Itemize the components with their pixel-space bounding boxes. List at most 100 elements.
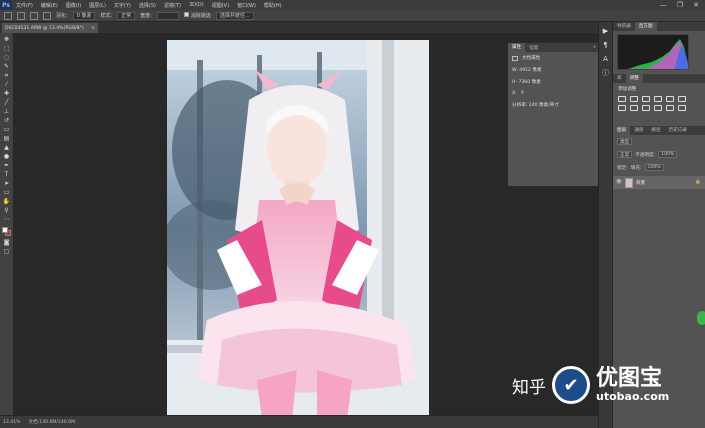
histogram-panel-tabs: 导航器 直方图 [613,22,705,31]
rectangle-tool-icon[interactable]: ▭ [2,189,11,196]
new-selection-icon[interactable] [17,11,25,20]
photo-filter-icon[interactable] [642,105,650,111]
type-tool-icon[interactable]: T [2,171,11,178]
lasso-tool-icon[interactable]: ◌ [2,54,11,61]
quick-mask-icon[interactable]: ◙ [2,239,11,246]
menu-layer[interactable]: 图层(L) [85,2,110,9]
document-tab-title: DSC04531.ARW @ 13.4%(RGB/8*) [5,25,84,31]
document-tab[interactable]: DSC04531.ARW @ 13.4%(RGB/8*) × [2,23,98,33]
history-brush-tool-icon[interactable]: ↺ [2,117,11,124]
layer-row-background[interactable]: 👁 背景 🔒 [613,176,705,189]
brand-name: 优图宝 [596,366,663,391]
brush-tool-icon[interactable]: ╱ [2,99,11,106]
position-row: X: Y: [508,88,599,99]
tab-info[interactable]: 信息 [525,45,542,51]
channel-mixer-icon[interactable] [654,105,662,111]
menu-image[interactable]: 图像(I) [62,2,85,9]
lock-row: 锁定: 填充: 100% [613,161,705,174]
invert-icon[interactable] [678,105,686,111]
layers-panel-tabs: 图层 通道 路径 历史记录 [613,126,705,135]
blur-tool-icon[interactable]: ▲ [2,144,11,151]
zoom-level[interactable]: 13.41% [3,420,21,425]
tab-navigator[interactable]: 导航器 [613,22,635,31]
menu-help[interactable]: 帮助(H) [260,2,286,9]
tab-histogram[interactable]: 直方图 [634,22,657,31]
menu-file[interactable]: 文件(F) [12,2,37,9]
brightness-icon[interactable] [618,96,626,102]
gradient-tool-icon[interactable]: ▤ [2,135,11,142]
curves-icon[interactable] [642,96,650,102]
vibrance-icon[interactable] [666,96,674,102]
tab-paths[interactable]: 路径 [647,126,664,135]
blend-mode-select[interactable]: 正常 [617,151,633,158]
more-tools-icon[interactable]: ⋯ [2,216,11,223]
subtract-selection-icon[interactable] [43,11,51,20]
resolution-value: 分辨率: 240 像素/英寸 [512,103,559,108]
document-image[interactable] [167,40,429,420]
color-swatches[interactable] [1,227,12,237]
menu-bar: Ps 文件(F) 编辑(E) 图像(I) 图层(L) 文字(Y) 选择(S) 滤… [0,0,705,10]
marquee-tool-icon[interactable]: ⬚ [2,45,11,52]
adjustments-title: 添加调整 [618,87,637,92]
play-icon[interactable]: ▶ [602,27,610,35]
hue-sat-icon[interactable] [678,96,686,102]
layer-kind-filter[interactable]: 类型 [617,138,633,145]
close-window-button[interactable]: ✕ [693,1,699,9]
menu-window[interactable]: 窗口(W) [233,2,260,9]
layer-lock-icon: 🔒 [695,180,701,185]
antialias-option[interactable]: 消除锯齿 [183,12,211,19]
menu-filter[interactable]: 滤镜(T) [160,2,185,9]
tab-properties[interactable]: 属性 [508,43,526,52]
color-balance-icon[interactable] [618,105,626,111]
crop-tool-icon[interactable]: ⌗ [2,72,11,79]
add-selection-icon[interactable] [30,11,38,20]
dodge-tool-icon[interactable]: ● [2,153,11,160]
menu-type[interactable]: 文字(Y) [110,2,135,9]
feather-input[interactable]: 0 像素 [72,11,96,20]
restore-button[interactable]: ❐ [677,1,683,9]
levels-icon[interactable] [630,96,638,102]
quick-select-tool-icon[interactable]: ✎ [2,63,11,70]
tab-library[interactable]: 库 [613,74,626,83]
black-white-icon[interactable] [630,105,638,111]
pen-tool-icon[interactable]: ✒ [2,162,11,169]
width-input[interactable] [156,11,179,20]
healing-tool-icon[interactable]: ✚ [2,90,11,97]
style-select[interactable]: 正常 [117,11,136,20]
foreground-color-swatch[interactable] [1,227,8,233]
info-icon[interactable]: ⓘ [602,69,610,77]
move-tool-icon[interactable]: ✥ [2,36,11,43]
refine-edge-button[interactable]: 选择并遮住... [215,11,254,20]
color-lookup-icon[interactable] [666,105,674,111]
menu-edit[interactable]: 编辑(E) [37,2,62,9]
paragraph-icon[interactable]: ¶ [602,41,610,49]
photo-illustration [167,40,429,420]
utobao-logo-icon: ✔ [552,366,590,404]
tab-channels[interactable]: 通道 [630,126,647,135]
path-select-tool-icon[interactable]: ➤ [2,180,11,187]
minimize-button[interactable]: — [660,1,667,9]
antialias-checkbox[interactable] [183,12,189,17]
zoom-tool-icon[interactable]: ⚲ [2,207,11,214]
close-tab-icon[interactable]: × [91,26,98,31]
eraser-tool-icon[interactable]: ▭ [2,126,11,133]
opacity-input[interactable]: 100% [658,151,678,158]
screen-mode-icon[interactable]: ▢ [2,248,11,255]
side-floating-badge[interactable] [697,311,705,325]
photoshop-logo: Ps [0,0,12,10]
tab-adjustments[interactable]: 调整 [625,74,643,83]
menu-view[interactable]: 视图(V) [208,2,233,9]
tab-history[interactable]: 历史记录 [665,126,691,135]
eyedropper-tool-icon[interactable]: ⁄ [2,81,11,88]
hand-tool-icon[interactable]: ✋ [2,198,11,205]
exposure-icon[interactable] [654,96,662,102]
character-icon[interactable]: A [602,55,610,63]
fill-input[interactable]: 100% [644,164,664,171]
stamp-tool-icon[interactable]: ⊥ [2,108,11,115]
menu-select[interactable]: 选择(S) [135,2,160,9]
size-row: W: 4912 像素 [508,64,599,76]
visibility-eye-icon[interactable]: 👁 [616,180,622,185]
tab-layers[interactable]: 图层 [613,126,631,135]
menu-3d[interactable]: 3D(D) [185,2,208,8]
marquee-preset-icon[interactable] [4,11,12,20]
